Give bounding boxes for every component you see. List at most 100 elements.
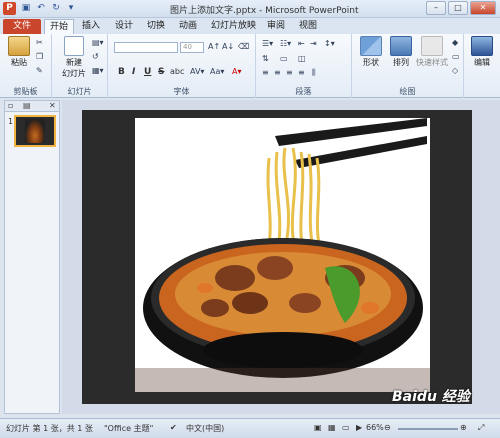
smartart-icon[interactable]: ◫: [298, 54, 306, 63]
slide-thumbnail[interactable]: [14, 115, 56, 147]
tab-view[interactable]: 视图: [294, 19, 322, 34]
bold-button[interactable]: B: [118, 67, 125, 77]
normal-view-icon[interactable]: ▣: [314, 423, 322, 432]
grow-font-icon[interactable]: A↑: [208, 42, 220, 51]
numbering-icon[interactable]: ☷▾: [280, 39, 291, 48]
shadow-button[interactable]: abc: [170, 67, 184, 76]
layout-icon[interactable]: ▤▾: [92, 38, 104, 47]
align-left-icon[interactable]: ≡: [262, 68, 269, 77]
align-text-icon[interactable]: ▭: [280, 54, 288, 63]
baidu-watermark: Baidu 经验: [392, 389, 470, 405]
underline-button[interactable]: U: [144, 67, 151, 77]
arrange-icon: [390, 36, 412, 56]
undo-icon[interactable]: ↶: [35, 2, 47, 14]
columns-icon[interactable]: ⫼: [312, 68, 316, 78]
slide-info: 幻灯片 第 1 张，共 1 张: [6, 424, 93, 433]
fit-window-icon[interactable]: ⤢: [478, 423, 484, 433]
cut-icon[interactable]: ✂: [36, 38, 43, 47]
close-panel-icon[interactable]: ✕: [49, 101, 56, 111]
zoom-slider[interactable]: [398, 428, 458, 430]
quick-styles-button[interactable]: 快速样式: [414, 36, 450, 68]
arrange-button[interactable]: 排列: [386, 36, 416, 68]
sorter-view-icon[interactable]: ▦: [328, 423, 336, 432]
shape-fill-icon[interactable]: ◆: [452, 38, 458, 47]
font-color-icon[interactable]: A▾: [232, 67, 242, 76]
align-right-icon[interactable]: ≡: [286, 68, 293, 77]
format-painter-icon[interactable]: ✎: [36, 66, 43, 75]
quick-access-toolbar: ▣ ↶ ↻ ▾: [20, 2, 77, 14]
reset-icon[interactable]: ↺: [92, 52, 99, 61]
editing-label: 编辑: [474, 58, 490, 67]
thumbnail-image: [25, 119, 45, 143]
group-label-clipboard: 剪贴板: [13, 87, 38, 96]
close-button[interactable]: ✕: [470, 1, 496, 15]
decrease-indent-icon[interactable]: ⇤: [298, 39, 305, 48]
zoom-in-icon[interactable]: ⊕: [460, 423, 467, 432]
quick-styles-label: 快速样式: [416, 58, 448, 67]
clear-format-icon[interactable]: ⌫: [238, 42, 249, 51]
justify-icon[interactable]: ≡: [298, 68, 305, 77]
theme-name: "Office 主题": [104, 424, 154, 433]
tab-transitions[interactable]: 切换: [142, 19, 170, 34]
group-label-paragraph: 段落: [295, 87, 312, 96]
font-name-combo[interactable]: [114, 42, 178, 53]
shape-outline-icon[interactable]: ▭: [452, 52, 460, 61]
editing-button[interactable]: 编辑: [467, 36, 497, 68]
save-icon[interactable]: ▣: [20, 2, 32, 14]
line-spacing-icon[interactable]: ↕▾: [324, 39, 335, 48]
maximize-button[interactable]: □: [448, 1, 468, 15]
ribbon: 粘贴 ✂ ❐ ✎ 剪贴板 新建 幻灯片 ▤▾ ↺ ▦▾ 幻灯片 40 A↑ A↓…: [0, 34, 500, 98]
tab-review[interactable]: 审阅: [262, 19, 290, 34]
change-case-icon[interactable]: Aa▾: [210, 67, 224, 76]
zoom-out-icon[interactable]: ⊖: [384, 423, 391, 432]
arrange-label: 排列: [393, 58, 409, 67]
strikethrough-button[interactable]: S: [158, 67, 164, 77]
tab-insert[interactable]: 插入: [77, 19, 105, 34]
slides-tab-icon[interactable]: ▫: [8, 101, 13, 111]
slideshow-view-icon[interactable]: ▶: [356, 423, 362, 432]
outline-tab-icon[interactable]: ▤: [23, 101, 31, 111]
text-direction-icon[interactable]: ⇅: [262, 54, 269, 63]
group-font: 40 A↑ A↓ ⌫ B I U S abc AV▾ Aa▾ A▾ 字体: [108, 34, 256, 98]
paste-button[interactable]: 粘贴: [4, 36, 34, 68]
spellcheck-icon[interactable]: ✔: [170, 423, 177, 432]
bullets-icon[interactable]: ☰▾: [262, 39, 273, 48]
customize-qat-icon[interactable]: ▾: [65, 2, 77, 14]
char-spacing-icon[interactable]: AV▾: [190, 67, 204, 76]
tab-home[interactable]: 开始: [44, 19, 75, 34]
noodle-photo[interactable]: [135, 118, 430, 392]
tab-design[interactable]: 设计: [110, 19, 138, 34]
copy-icon[interactable]: ❐: [36, 52, 43, 61]
tab-slideshow[interactable]: 幻灯片放映: [206, 19, 261, 34]
language[interactable]: 中文(中国): [186, 423, 224, 434]
increase-indent-icon[interactable]: ⇥: [310, 39, 317, 48]
reading-view-icon[interactable]: ▭: [342, 423, 350, 432]
minimize-button[interactable]: –: [426, 1, 446, 15]
shape-effects-icon[interactable]: ◇: [452, 66, 458, 75]
group-label-slides: 幻灯片: [67, 87, 92, 96]
group-drawing: 形状 排列 快速样式 ◆ ▭ ◇ 绘图: [352, 34, 464, 98]
font-size-combo[interactable]: 40: [180, 42, 204, 53]
shapes-button[interactable]: 形状: [356, 36, 386, 68]
slide-number: 1: [8, 117, 14, 126]
status-bar: 幻灯片 第 1 张，共 1 张 "Office 主题" ✔ 中文(中国) ▣ ▦…: [0, 418, 500, 438]
powerpoint-icon: P: [3, 2, 16, 15]
italic-button[interactable]: I: [132, 67, 135, 77]
align-center-icon[interactable]: ≡: [274, 68, 281, 77]
quick-styles-icon: [421, 36, 443, 56]
tab-animations[interactable]: 动画: [174, 19, 202, 34]
section-icon[interactable]: ▦▾: [92, 66, 104, 75]
slides-panel: 1: [4, 112, 60, 414]
new-slide-button[interactable]: 新建 幻灯片: [58, 36, 90, 79]
new-slide-label-2: 幻灯片: [62, 69, 86, 78]
shrink-font-icon[interactable]: A↓: [222, 42, 234, 51]
slides-panel-header: ▫ ▤ ✕: [4, 100, 60, 112]
tab-file[interactable]: 文件: [3, 19, 41, 34]
shapes-icon: [360, 36, 382, 56]
title-bar: P ▣ ↶ ↻ ▾ 图片上添加文字.pptx - Microsoft Power…: [0, 0, 500, 18]
window-title: 图片上添加文字.pptx - Microsoft PowerPoint: [170, 6, 359, 16]
noodle-bowl-image: [135, 118, 430, 392]
group-label-font: 字体: [173, 87, 190, 96]
zoom-level[interactable]: 66%: [366, 423, 384, 432]
redo-icon[interactable]: ↻: [50, 2, 62, 14]
